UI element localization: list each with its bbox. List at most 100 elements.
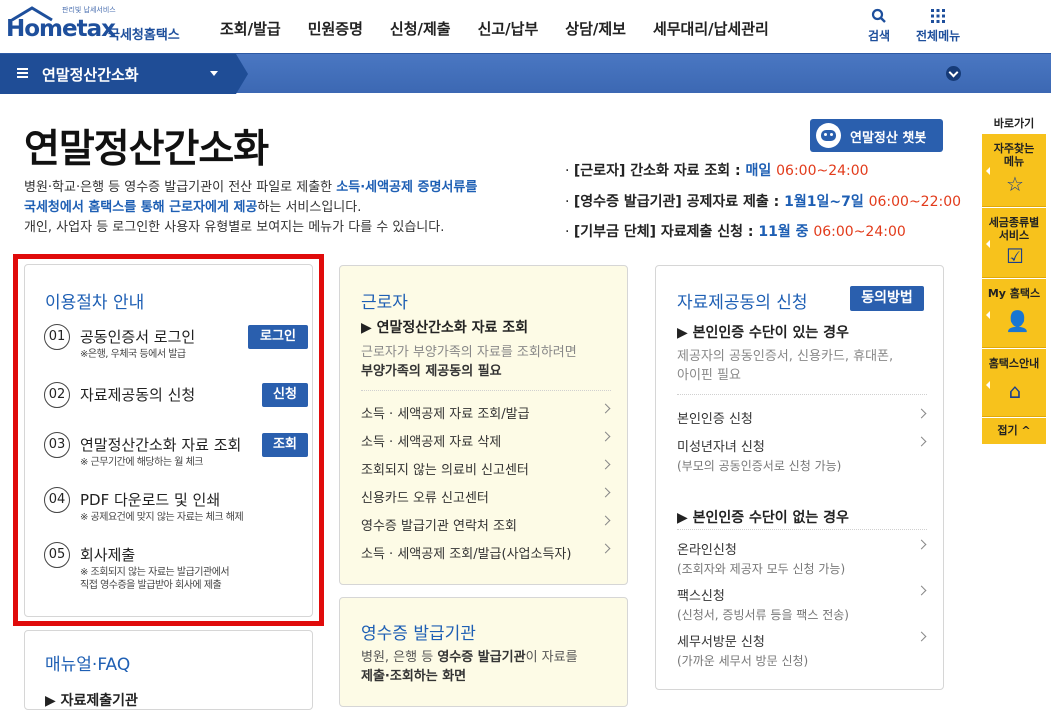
schedule-label: [기부금 단체] 자료제출 신청 : xyxy=(573,224,759,240)
all-menu-button[interactable]: 전체메뉴 xyxy=(916,8,960,44)
logo-korean: 국세청홈택스 xyxy=(108,28,180,43)
issuer-desc: 병원, 은행 등 영수증 발급기관이 자료를 제출·조회하는 화면 xyxy=(361,648,621,686)
consent-link[interactable]: 본인인증 신청 xyxy=(677,408,927,427)
schedule-time: 06:00~24:00 xyxy=(776,163,869,179)
quick-item-label: 홈택스안내 xyxy=(988,357,1040,370)
global-nav: 조회/발급 민원증명 신청/제출 신고/납부 상담/제보 세무대리/납세관리 xyxy=(220,18,796,39)
chevron-right-icon xyxy=(916,585,927,596)
quick-menu-collapse-button[interactable]: 접기 ^ xyxy=(982,418,1046,444)
current-menu-dropdown[interactable]: 연말정산간소화 xyxy=(0,54,248,94)
schedule-item: · [영수증 발급기관] 공제자료 제출 : 1월1일~7일 06:00~22:… xyxy=(565,191,961,211)
chatbot-button[interactable]: 연말정산 챗봇 xyxy=(810,119,943,152)
issuer-card: 영수증 발급기관 병원, 은행 등 영수증 발급기관이 자료를 제출·조회하는 … xyxy=(339,597,628,707)
consent-card: 자료제공동의 신청 ▶ 본인인증 수단이 있는 경우 제공자의 공동인증서, 신… xyxy=(655,265,944,690)
consent-desc-line: 제공자의 공동인증서, 신용카드, 휴대폰, xyxy=(677,349,894,364)
manual-faq-title[interactable]: 매뉴얼·FAQ xyxy=(45,650,130,675)
chevron-right-icon xyxy=(600,403,611,414)
consent-title: 자료제공동의 신청 xyxy=(677,293,808,313)
worker-link-label: 조회되지 않는 의료비 신고센터 xyxy=(361,463,529,478)
divider xyxy=(677,394,927,395)
schedule-item: · [기부금 단체] 자료제출 신청 : 11월 중 06:00~24:00 xyxy=(565,221,906,241)
issuer-desc-bold: 영수증 발급기관 xyxy=(437,650,526,665)
divider xyxy=(677,529,927,530)
consent-desc: 제공자의 공동인증서, 신용카드, 휴대폰, 아이핀 필요 xyxy=(677,347,937,385)
chevron-down-circle-icon[interactable] xyxy=(946,66,961,81)
intro-highlight-2: 국세청에서 홈택스를 통해 근로자에게 제공 xyxy=(24,200,258,215)
quick-item-tax-service[interactable]: 세금종류별 서비스 ☑ xyxy=(982,208,1046,278)
schedule-date: 11월 중 xyxy=(758,224,814,240)
gnb-item-consult[interactable]: 상담/제보 xyxy=(565,18,626,39)
schedule-item: · [근로자] 간소화 자료 조회 : 매일 06:00~24:00 xyxy=(565,160,869,180)
chevron-right-icon xyxy=(600,431,611,442)
consent-head-with-auth: ▶ 본인인증 수단이 있는 경우 xyxy=(677,325,849,341)
issuer-desc-text: 병원, 은행 등 xyxy=(361,650,438,665)
hometax-logo[interactable]: Hometax 판리빛 납세서비스 국세청홈택스 xyxy=(4,4,194,48)
consent-link-label: 미성년자녀 신청 xyxy=(677,440,765,455)
worker-link[interactable]: 소득 · 세액공제 자료 삭제 xyxy=(361,431,611,450)
quick-label-line: 서비스 xyxy=(998,229,1030,242)
quick-label-line: 자주찾는 xyxy=(993,142,1035,155)
worker-link[interactable]: 영수증 발급기관 연락처 조회 xyxy=(361,515,611,534)
chevron-right-icon xyxy=(916,631,927,642)
consent-method-button[interactable]: 동의방법 xyxy=(850,286,924,311)
search-icon xyxy=(871,8,886,23)
quick-menu-title: 바로가기 xyxy=(993,117,1035,130)
gnb-item-apply[interactable]: 신청/제출 xyxy=(390,18,451,39)
schedule-bullet: · xyxy=(565,163,570,179)
consent-link-label: 세무서방문 신청 xyxy=(677,635,765,650)
schedule-date: 매일 xyxy=(745,163,777,179)
consent-link[interactable]: 팩스신청 (신청서, 증빙서류 등을 팩스 전송) xyxy=(677,585,927,623)
gnb-item-certificate[interactable]: 민원증명 xyxy=(308,18,363,39)
consent-link[interactable]: 세무서방문 신청 (가까운 세무서 방문 신청) xyxy=(677,631,927,669)
quick-item-label: My 홈택스 xyxy=(987,287,1041,300)
worker-link[interactable]: 소득 · 세액공제 자료 조회/발급 xyxy=(361,403,611,422)
worker-desc-bold: 부양가족의 제공동의 필요 xyxy=(361,364,502,379)
schedule-label: [근로자] 간소화 자료 조회 : xyxy=(573,163,746,179)
worker-link[interactable]: 소득 · 세액공제 조회/발급(사업소득자) xyxy=(361,543,611,562)
quick-item-label: 자주찾는 메뉴 xyxy=(982,142,1046,168)
page-title: 연말정산간소화 xyxy=(24,127,269,172)
quick-item-favorites[interactable]: 자주찾는 메뉴 ☆ xyxy=(982,134,1046,207)
quick-item-guide[interactable]: 홈택스안내 ⌂ xyxy=(982,349,1046,417)
logo-text: Hometax xyxy=(6,16,116,42)
search-button[interactable]: 검색 xyxy=(868,8,890,44)
schedule-bullet: · xyxy=(565,224,570,240)
consent-link-label: 본인인증 신청 xyxy=(677,412,753,427)
chevron-right-icon xyxy=(600,487,611,498)
manual-first-item[interactable]: ▶ 자료제출기관 xyxy=(45,690,138,710)
consent-link[interactable]: 미성년자녀 신청 (부모의 공동인증서로 신청 가능) xyxy=(677,436,927,474)
worker-link[interactable]: 신용카드 오류 신고센터 xyxy=(361,487,611,506)
top-header: Hometax 판리빛 납세서비스 국세청홈택스 조회/발급 민원증명 신청/제… xyxy=(0,0,1051,53)
worker-card: 근로자 ▶ 연말정산간소화 자료 조회 근로자가 부양가족의 자료를 조회하려면… xyxy=(339,265,628,585)
arrow-left-icon xyxy=(986,381,990,389)
chatbot-label: 연말정산 챗봇 xyxy=(850,131,927,146)
caret-down-icon xyxy=(210,71,218,76)
consent-link-sub: (부모의 공동인증서로 신청 가능) xyxy=(677,459,842,473)
consent-link-sub: (조회자와 제공자 모두 신청 가능) xyxy=(677,562,846,576)
gnb-item-lookup[interactable]: 조회/발급 xyxy=(220,18,281,39)
chevron-right-icon xyxy=(600,515,611,526)
consent-desc-line: 아이핀 필요 xyxy=(677,368,741,383)
issuer-desc-bold: 제출·조회 xyxy=(361,669,414,684)
gnb-item-tax-agent[interactable]: 세무대리/납세관리 xyxy=(653,18,769,39)
consent-link-sub: (신청서, 증빙서류 등을 팩스 전송) xyxy=(677,608,849,622)
worker-link-label: 영수증 발급기관 연락처 조회 xyxy=(361,519,517,534)
hamburger-icon xyxy=(17,68,28,79)
user-icon: 👤 xyxy=(1005,309,1030,333)
schedule-time: 06:00~24:00 xyxy=(813,224,906,240)
chatbot-icon xyxy=(816,123,841,148)
consent-link[interactable]: 온라인신청 (조회자와 제공자 모두 신청 가능) xyxy=(677,539,927,577)
intro-text-1: 병원·학교·은행 등 영수증 발급기관이 전산 파일로 제출한 xyxy=(24,180,337,195)
gnb-item-report[interactable]: 신고/납부 xyxy=(478,18,539,39)
quick-item-label: 세금종류별 서비스 xyxy=(982,216,1046,242)
search-label: 검색 xyxy=(868,29,891,43)
schedule-label: [영수증 발급기관] 공제자료 제출 : xyxy=(573,194,785,210)
quick-label-line: 세금종류별 xyxy=(988,216,1040,229)
quick-item-my-hometax[interactable]: My 홈택스 👤 xyxy=(982,279,1046,348)
consent-link-label: 팩스신청 xyxy=(677,589,725,604)
worker-desc-line: 근로자가 부양가족의 자료를 조회하려면 xyxy=(361,345,577,360)
worker-link[interactable]: 조회되지 않는 의료비 신고센터 xyxy=(361,459,611,478)
chevron-right-icon xyxy=(916,539,927,550)
star-icon: ☆ xyxy=(1006,172,1024,196)
issuer-title[interactable]: 영수증 발급기관 xyxy=(361,619,476,644)
